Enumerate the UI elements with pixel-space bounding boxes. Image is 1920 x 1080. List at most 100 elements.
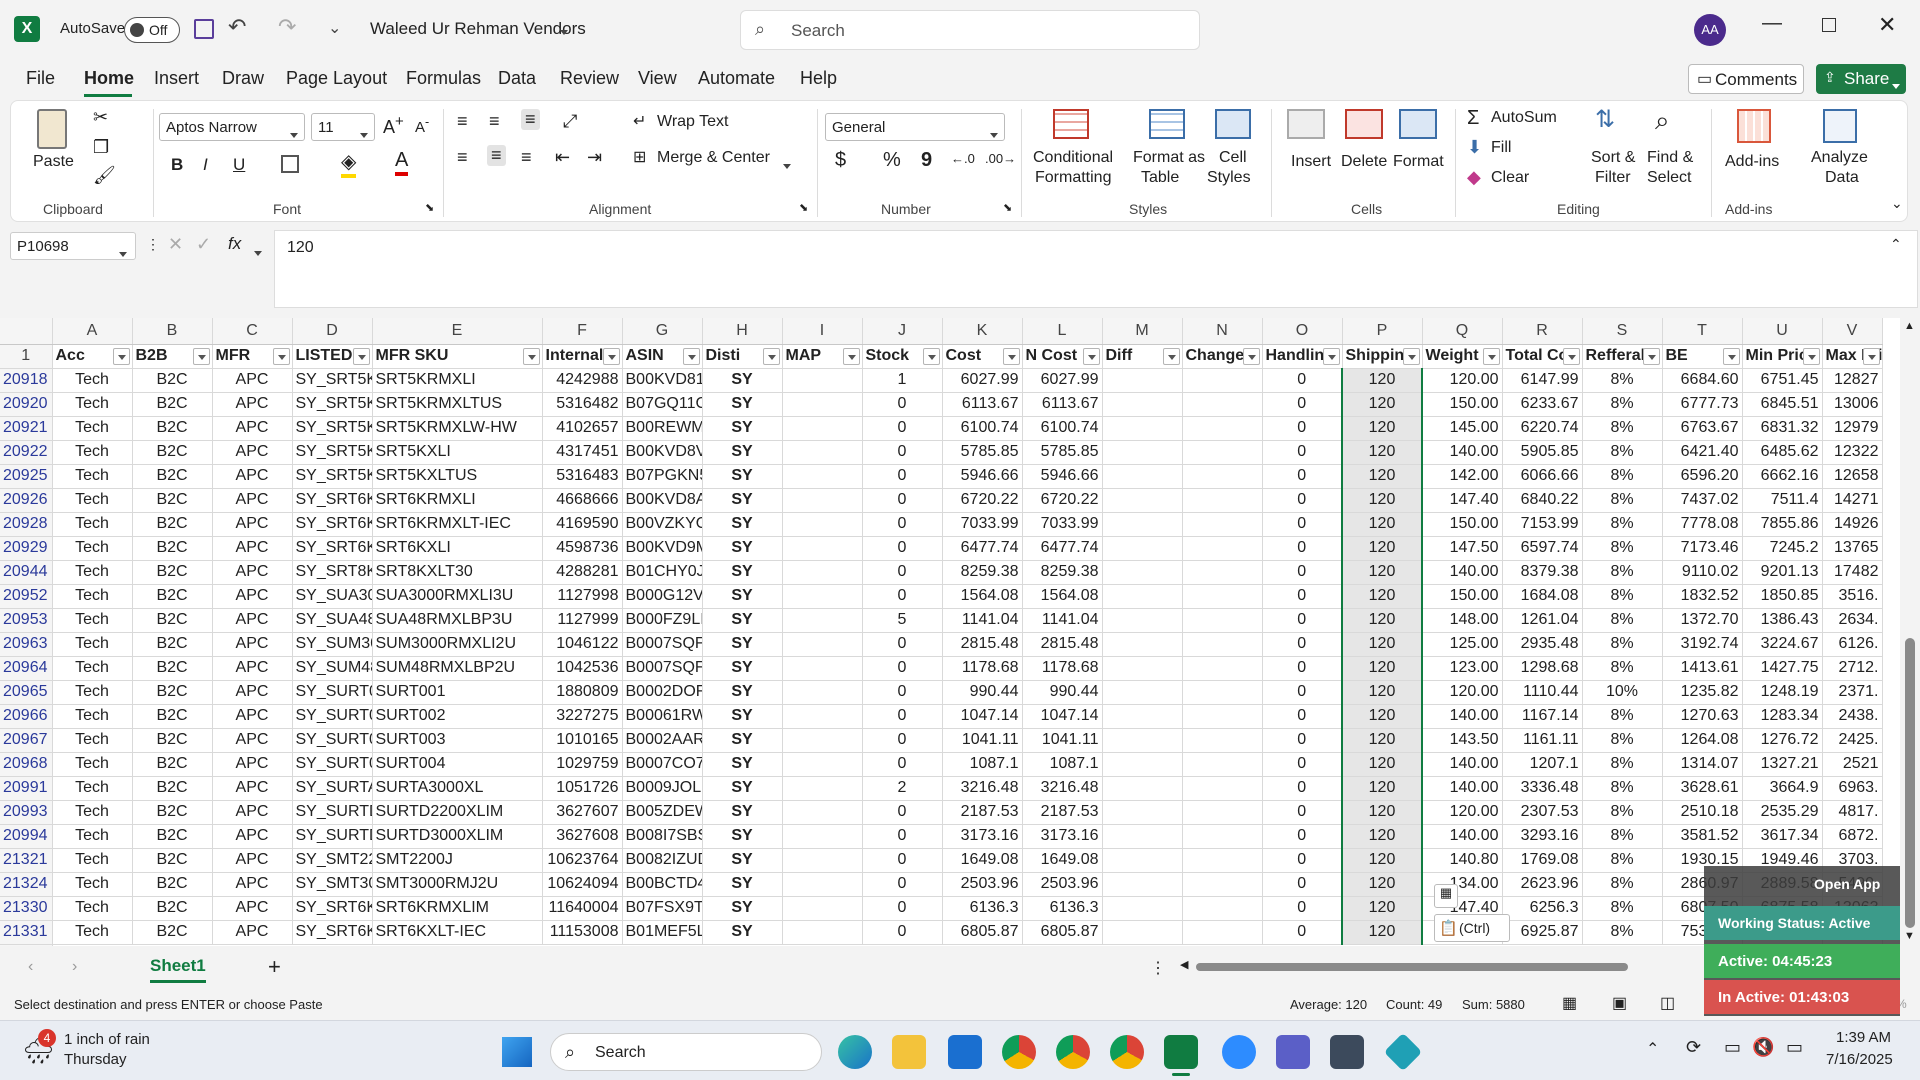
table-cell[interactable]: 6126. [1822,632,1883,657]
table-cell[interactable]: 0 [1262,488,1343,513]
table-cell[interactable]: 6477.74 [942,536,1023,561]
table-cell[interactable]: SY_SRT5KX [292,464,373,489]
prev-sheet-icon[interactable]: ‹ [28,958,33,976]
table-cell[interactable] [1182,896,1263,921]
filter-dropdown-icon[interactable] [602,347,620,365]
table-cell[interactable]: 3216.48 [942,776,1023,801]
table-cell[interactable] [782,656,863,681]
table-cell[interactable] [1182,512,1263,537]
table-cell[interactable]: 1832.52 [1662,584,1743,609]
chrome-icon[interactable] [1002,1035,1036,1069]
row-header[interactable]: 20952 [0,584,53,609]
currency-button[interactable]: $ [835,149,846,172]
table-cell[interactable]: 7511.4 [1742,488,1823,513]
table-cell[interactable]: 2535.29 [1742,800,1823,825]
table-cell[interactable]: 120.00 [1422,368,1503,393]
table-cell[interactable]: 140.80 [1422,848,1503,873]
restore-icon[interactable] [1822,18,1836,32]
row-header[interactable]: 21324 [0,872,53,897]
cell-styles-label-1[interactable]: Cell [1219,149,1247,167]
table-cell[interactable]: 1769.08 [1502,848,1583,873]
table-cell[interactable]: B000FZ9LI [622,608,703,633]
table-cell[interactable]: 120 [1341,896,1423,921]
table-cell[interactable]: B005ZDEW [622,800,703,825]
table-cell[interactable]: 140.00 [1422,440,1503,465]
table-cell[interactable]: 6100.74 [1022,416,1103,441]
redo-icon[interactable]: ↷ [278,14,296,40]
filter-dropdown-icon[interactable] [1162,347,1180,365]
table-cell[interactable]: 120 [1341,632,1423,657]
table-cell[interactable]: 0 [862,920,943,945]
scroll-up-icon[interactable]: ▲ [1904,320,1915,332]
table-cell[interactable]: 2438. [1822,704,1883,729]
table-cell[interactable]: 120 [1341,728,1423,753]
row-header[interactable]: 21331 [0,920,53,945]
table-cell[interactable]: 0 [1262,680,1343,705]
table-cell[interactable]: 0 [1262,872,1343,897]
table-cell[interactable]: 6872. [1822,824,1883,849]
more-icon[interactable]: ⋮ [146,236,160,253]
copy-icon[interactable]: ❐ [93,137,109,158]
table-cell[interactable]: 0 [1262,584,1343,609]
table-cell[interactable]: 0 [862,704,943,729]
table-cell[interactable]: 1141.04 [942,608,1023,633]
filter-dropdown-icon[interactable] [762,347,780,365]
table-cell[interactable]: 0 [1262,608,1343,633]
table-cell[interactable]: 5 [862,608,943,633]
row-header[interactable]: 20926 [0,488,53,513]
table-cell[interactable]: 3224.67 [1742,632,1823,657]
table-cell[interactable]: 7153.99 [1502,512,1583,537]
table-cell[interactable]: 990.44 [1022,680,1103,705]
sort-filter-label-1[interactable]: Sort & [1591,149,1635,167]
column-header-j[interactable]: J [862,318,943,345]
formula-input[interactable]: 120 [274,230,1918,308]
table-cell[interactable]: 1041.11 [942,728,1023,753]
table-cell[interactable]: 5316482 [542,392,623,417]
table-cell[interactable]: SY [702,920,783,945]
minimize-icon[interactable]: — [1762,12,1782,35]
table-cell[interactable]: 1235.82 [1662,680,1743,705]
wrap-text-button[interactable]: Wrap Text [657,113,728,131]
sync-icon[interactable]: ⟳ [1686,1037,1701,1058]
column-header-s[interactable]: S [1582,318,1663,345]
column-header-o[interactable]: O [1262,318,1343,345]
table-cell[interactable]: B00REWM [622,416,703,441]
table-cell[interactable]: 8% [1582,656,1663,681]
table-cell[interactable]: 8% [1582,440,1663,465]
table-cell[interactable]: 1167.14 [1502,704,1583,729]
table-cell[interactable]: SY [702,536,783,561]
table-cell[interactable] [1102,752,1183,777]
column-header-t[interactable]: T [1662,318,1743,345]
table-cell[interactable]: 4817. [1822,800,1883,825]
table-cell[interactable]: SY [702,800,783,825]
table-cell[interactable]: 0 [862,848,943,873]
table-cell[interactable] [782,728,863,753]
conditional-formatting-label-2[interactable]: Formatting [1035,169,1111,187]
table-cell[interactable]: B2C [132,896,213,921]
table-cell[interactable]: B2C [132,608,213,633]
table-cell[interactable]: APC [212,464,293,489]
table-cell[interactable]: 6220.74 [1502,416,1583,441]
table-cell[interactable] [1102,656,1183,681]
table-cell[interactable] [1102,536,1183,561]
table-cell[interactable]: 6147.99 [1502,368,1583,393]
tab-page-layout[interactable]: Page Layout [286,68,387,89]
table-cell[interactable] [1182,416,1263,441]
table-cell[interactable]: SY [702,704,783,729]
table-cell[interactable] [1182,728,1263,753]
table-cell[interactable]: 120 [1341,536,1423,561]
table-cell[interactable]: 8% [1582,416,1663,441]
table-cell[interactable]: SURT003 [372,728,543,753]
table-cell[interactable]: 2712. [1822,656,1883,681]
table-cell[interactable]: 7033.99 [1022,512,1103,537]
taskbar-search[interactable]: ⌕ Search [550,1033,822,1071]
table-cell[interactable] [1102,872,1183,897]
table-cell[interactable] [782,920,863,945]
table-cell[interactable] [782,488,863,513]
table-cell[interactable]: 6777.73 [1662,392,1743,417]
row-header[interactable]: 20929 [0,536,53,561]
table-cell[interactable]: 0 [1262,416,1343,441]
table-cell[interactable]: SUM48RMXLBP2U [372,656,543,681]
number-format-select[interactable]: General [825,113,1005,141]
insert-function-button[interactable]: fx [228,234,241,254]
